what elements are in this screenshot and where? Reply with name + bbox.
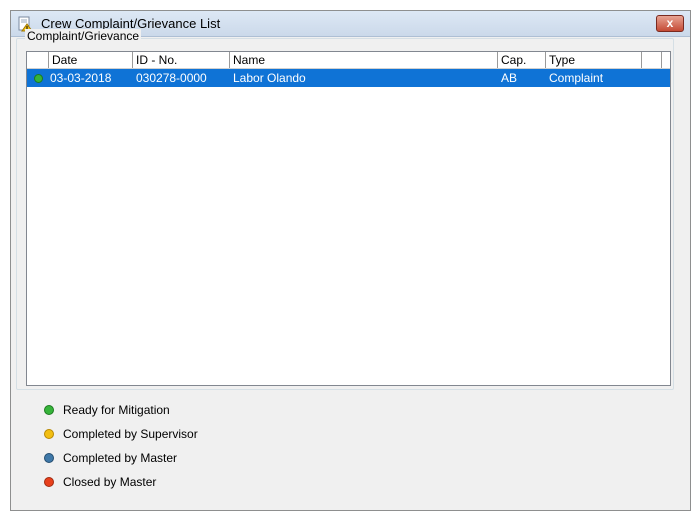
column-header-date[interactable]: Date — [49, 52, 133, 68]
row-id: 030278-0000 — [136, 71, 207, 85]
column-header-status[interactable] — [27, 52, 49, 68]
table-row[interactable]: 03-03-2018 030278-0000 Labor Olando AB C… — [27, 69, 670, 87]
close-button[interactable]: x — [656, 15, 684, 32]
row-name: Labor Olando — [233, 71, 306, 85]
row-type: Complaint — [549, 71, 604, 85]
row-cap: AB — [501, 71, 518, 85]
column-header-id[interactable]: ID - No. — [133, 52, 230, 68]
list-header: Date ID - No. Name Cap. Type — [27, 52, 670, 69]
blue-status-icon — [44, 453, 54, 463]
red-status-icon — [44, 477, 54, 487]
complaint-list[interactable]: Date ID - No. Name Cap. Type 03-03-2018 … — [26, 51, 671, 386]
yellow-status-icon — [44, 429, 54, 439]
column-header-type[interactable]: Type — [546, 52, 642, 68]
group-label: Complaint/Grievance — [25, 29, 142, 43]
column-header-name[interactable]: Name — [230, 52, 498, 68]
row-date: 03-03-2018 — [50, 71, 112, 85]
column-header-filler — [642, 52, 662, 68]
green-status-icon — [44, 405, 54, 415]
close-icon: x — [666, 16, 674, 30]
status-green-icon — [34, 74, 43, 83]
column-header-cap[interactable]: Cap. — [498, 52, 546, 68]
